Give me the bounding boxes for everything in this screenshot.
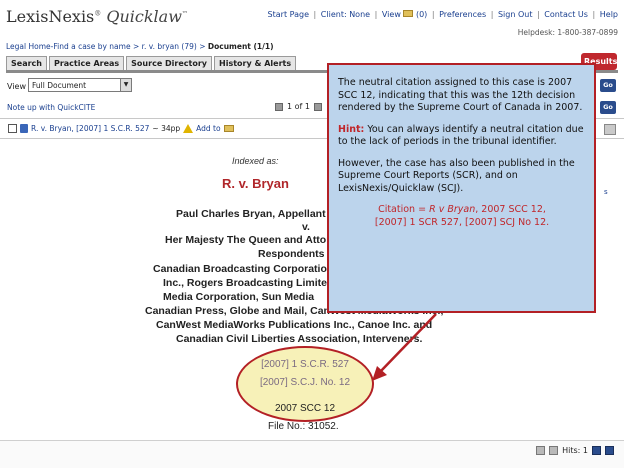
go-button-view[interactable]: Go [600, 79, 616, 92]
view-select-value: Full Document [32, 81, 87, 90]
scr-citation: [2007] 1 S.C.R. 527 [261, 359, 349, 370]
folder-icon[interactable] [223, 125, 234, 132]
add-to-link[interactable]: Add to [196, 124, 220, 133]
noteup-quickcite-link[interactable]: Note up with QuickCITE [7, 103, 95, 112]
main-tabs: Search Practice Areas Source Directory H… [6, 56, 297, 70]
start-page-link[interactable]: Start Page [268, 10, 309, 19]
chevron-down-icon[interactable]: ▼ [120, 79, 131, 91]
contact-us-link[interactable]: Contact Us [544, 10, 588, 19]
breadcrumb-query[interactable]: > r. v. bryan (79) > [131, 42, 208, 51]
divider: | [537, 10, 540, 19]
divider: | [490, 10, 494, 19]
warning-icon[interactable] [183, 124, 194, 133]
tab-practice-areas[interactable]: Practice Areas [48, 56, 125, 70]
result-row: R. v. Bryan, [2007] 1 S.C.R. 527 ~ 34pp … [8, 124, 234, 133]
callout-paragraph: However, the case has also been publishe… [338, 157, 575, 194]
document-icon [20, 124, 28, 133]
file-number: File No.: 31052. [268, 421, 339, 432]
help-link[interactable]: Help [600, 10, 618, 19]
logo-registered-mark: ® [94, 9, 102, 18]
lexisnexis-logo[interactable]: LexisNexis® Quicklaw™ [6, 7, 188, 26]
party-line: v. [302, 221, 310, 233]
preferences-link[interactable]: Preferences [439, 10, 486, 19]
party-line: Respondents [258, 248, 325, 260]
delivery-icon[interactable] [604, 124, 616, 135]
logo-product: Quicklaw [106, 7, 182, 26]
callout-hint: Hint: You can always identify a neutral … [338, 124, 586, 149]
helpdesk-number: Helpdesk: 1-800-387-0899 [517, 28, 618, 37]
party-line: Paul Charles Bryan, Appellant [176, 208, 326, 220]
tab-history-alerts[interactable]: History & Alerts [214, 56, 297, 70]
top-links: Start Page | Client: None | View (0) | P… [268, 10, 618, 19]
divider: | [431, 10, 435, 19]
divider: | [592, 10, 596, 19]
breadcrumb-legal-home[interactable]: Legal Home [6, 42, 51, 51]
bottom-bar [0, 440, 624, 468]
divider: | [374, 10, 378, 19]
print-icon[interactable] [275, 102, 283, 111]
view-label: View [7, 82, 26, 91]
last-hit-icon[interactable] [605, 446, 614, 455]
citation-case: R v Bryan [429, 204, 476, 215]
divider: | [313, 10, 317, 19]
client-link[interactable]: Client: None [321, 10, 370, 19]
case-link[interactable]: R. v. Bryan, [2007] 1 S.C.R. 527 [31, 124, 149, 133]
citation-neutral: , 2007 SCC 12, [475, 204, 546, 215]
logo-trademark: ™ [181, 10, 188, 18]
callout-paragraph: The neutral citation assigned to this ca… [338, 77, 583, 113]
folder-count: (0) [415, 10, 428, 19]
tab-search[interactable]: Search [6, 56, 47, 70]
next-hit-icon[interactable] [592, 446, 601, 455]
page-count: ~ 34pp [152, 124, 181, 133]
go-button-page[interactable]: Go [600, 101, 616, 114]
neutral-citation: 2007 SCC 12 [274, 403, 336, 414]
indexed-as-label: Indexed as: [232, 156, 279, 166]
party-line: Canadian Broadcasting Corporation, [153, 263, 337, 275]
logo-text: LexisNexis [6, 7, 95, 26]
party-line: Canadian Civil Liberties Association, In… [176, 333, 423, 345]
breadcrumb-find-case[interactable]: -Find a case by name [51, 42, 131, 51]
citation-reporters: [2007] 1 SCR 527, [2007] SCJ No 12. [374, 216, 550, 228]
select-checkbox[interactable] [8, 124, 17, 133]
folder-icon[interactable] [403, 10, 414, 17]
pager: 1 of 1 [275, 102, 322, 111]
view-select[interactable]: Full Document ▼ [28, 78, 132, 92]
breadcrumb-current: Document (1/1) [207, 42, 274, 51]
hint-label: Hint: [338, 123, 365, 135]
citation-prefix: Citation = [378, 204, 430, 215]
side-link[interactable]: s [604, 188, 608, 196]
callout-citation: Citation = R v Bryan, 2007 SCC 12, [2007… [338, 204, 586, 229]
party-line: CanWest MediaWorks Publications Inc., Ca… [156, 319, 433, 331]
next-page-icon[interactable] [313, 102, 322, 111]
first-hit-icon[interactable] [536, 446, 546, 455]
previous-hit-icon[interactable] [549, 446, 559, 455]
sign-out-link[interactable]: Sign Out [498, 10, 533, 19]
party-line: Inc., Rogers Broadcasting Limited [163, 277, 334, 289]
hits-navigation: Hits: 1 [536, 446, 614, 455]
tab-source-directory[interactable]: Source Directory [126, 56, 212, 70]
scj-citation: [2007] S.C.J. No. 12 [259, 377, 351, 388]
hits-count: Hits: 1 [562, 446, 588, 455]
pager-text: 1 of 1 [287, 102, 310, 111]
breadcrumb: Legal Home-Find a case by name > r. v. b… [6, 42, 274, 51]
party-line: Media Corporation, Sun Media [163, 291, 315, 303]
explanation-callout: The neutral citation assigned to this ca… [327, 63, 596, 313]
view-folder-link[interactable]: View [382, 10, 401, 19]
hint-text: You can always identify a neutral citati… [338, 123, 584, 148]
case-title: R. v. Bryan [222, 176, 289, 191]
